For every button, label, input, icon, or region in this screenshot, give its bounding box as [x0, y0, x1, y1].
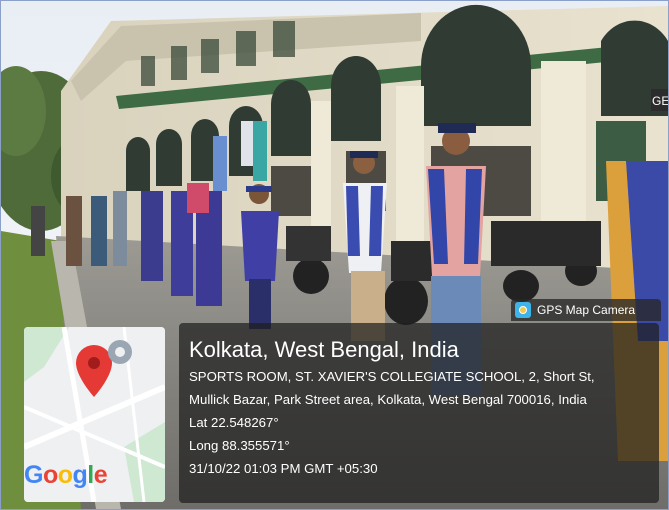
google-logo: Google — [24, 461, 108, 489]
address-line-2: Mullick Bazar, Park Street area, Kolkata… — [189, 392, 587, 407]
location-title: Kolkata, West Bengal, India — [189, 337, 459, 362]
address-line-1: SPORTS ROOM, ST. XAVIER'S COLLEGIATE SCH… — [189, 369, 595, 384]
gps-camera-badge: GPS Map Camera — [511, 299, 661, 321]
gps-badge-label: GPS Map Camera — [537, 303, 636, 317]
camera-icon — [515, 302, 531, 318]
datetime-stamp: 31/10/22 01:03 PM GMT +05:30 — [189, 461, 378, 476]
longitude: Long 88.355571° — [189, 438, 290, 453]
map-thumbnail[interactable]: Google — [24, 327, 165, 502]
latitude: Lat 22.548267° — [189, 415, 279, 430]
building-sign: GE — [652, 94, 668, 108]
map-marker-icon — [108, 340, 132, 364]
photo-frame: GE GPS Map Camera Google Kolkata, West B… — [0, 0, 669, 510]
location-info-panel: Kolkata, West Bengal, India SPORTS ROOM,… — [179, 323, 659, 503]
